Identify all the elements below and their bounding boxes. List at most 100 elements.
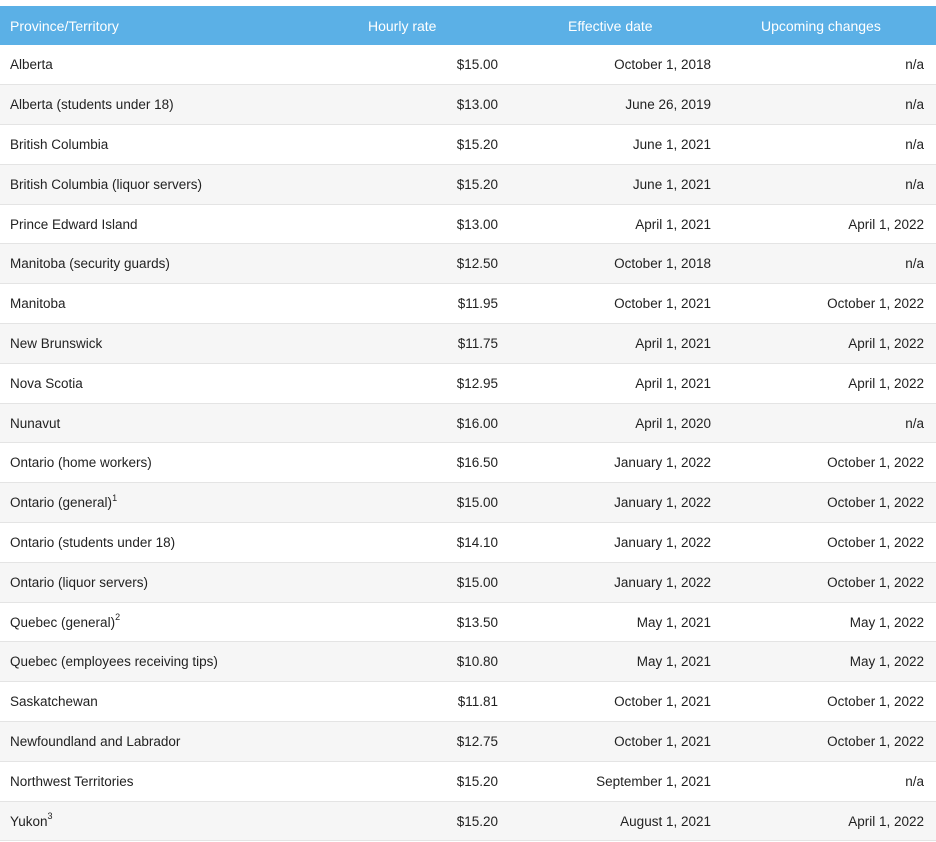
cell-upcoming-changes: n/a [905,136,924,152]
cell-province: Prince Edward Island [0,204,358,244]
province-name: Newfoundland and Labrador [10,733,181,749]
province-name: Manitoba (security guards) [10,256,170,272]
header-effective-date: Effective date [568,17,653,34]
cell-province: Ontario (home workers) [0,443,358,483]
cell-effective-date: June 1, 2021 [632,176,711,192]
province-name: Ontario (home workers) [10,455,152,471]
cell-effective-date: June 26, 2019 [625,97,711,113]
province-name: Ontario (students under 18) [10,534,176,550]
cell-upcoming-changes: April 1, 2022 [848,335,924,351]
cell-hourly-rate: $12.50 [456,256,498,272]
cell-province: New Brunswick [0,324,358,364]
cell-upcoming-changes: n/a [905,415,924,431]
cell-province: Ontario (general)1 [0,483,358,523]
table-row: Manitoba $11.95 October 1, 2021 October 1, … [0,283,936,324]
cell-hourly-rate: $12.95 [456,375,498,391]
table-row: Ontario (general)1 $15.00 January 1, 2022 O… [0,482,936,523]
header-row: Province/Territory Hourly rate Effective… [0,6,936,45]
cell-upcoming-changes: n/a [905,57,924,73]
cell-hourly-rate: $11.75 [457,335,498,351]
table-row: Northwest Territories $15.20 September 1, … [0,761,936,802]
province-name: Alberta (students under 18) [10,97,174,113]
cell-upcoming-changes: n/a [905,176,924,192]
cell-province: Saskatchewan [0,682,358,722]
minimum-wage-table: Province/Territory Hourly rate Effective… [0,6,936,841]
footnote-marker: 1 [112,492,118,503]
cell-hourly-rate: $12.75 [456,733,498,749]
province-name: Saskatchewan [10,694,98,710]
cell-upcoming-changes: October 1, 2022 [827,534,924,550]
table-row: Saskatchewan $11.81 October 1, 2021 October… [0,681,936,722]
cell-upcoming-changes: April 1, 2022 [848,216,924,232]
province-name: Manitoba [10,296,66,312]
cell-hourly-rate: $13.50 [456,614,498,630]
cell-effective-date: January 1, 2022 [614,574,711,590]
province-name: Alberta [10,57,53,73]
cell-effective-date: May 1, 2021 [636,614,711,630]
cell-upcoming-changes: May 1, 2022 [849,654,924,670]
cell-province: Newfoundland and Labrador [0,722,358,762]
cell-effective-date: June 1, 2021 [632,136,711,152]
cell-province: Yukon3 [0,801,358,841]
province-name: New Brunswick [10,335,103,351]
table-row: Quebec (employees receiving tips) $10.80 M… [0,641,936,682]
cell-hourly-rate: $15.20 [456,813,498,829]
cell-province: Alberta [0,45,358,85]
cell-effective-date: January 1, 2022 [614,455,711,471]
cell-effective-date: January 1, 2022 [614,495,711,511]
cell-effective-date: October 1, 2021 [614,296,711,312]
cell-effective-date: October 1, 2018 [614,256,711,272]
cell-hourly-rate: $15.20 [456,773,498,789]
table-row: Alberta (students under 18) $13.00 June 26… [0,84,936,125]
province-name: British Columbia [10,136,109,152]
cell-effective-date: April 1, 2021 [635,216,711,232]
cell-province: Ontario (students under 18) [0,523,358,563]
table-row: Ontario (home workers) $16.50 January 1, 2… [0,442,936,483]
province-name: Nunavut [10,415,61,431]
province-name: Northwest Territories [10,773,134,789]
cell-hourly-rate: $15.20 [456,176,498,192]
cell-upcoming-changes: April 1, 2022 [848,375,924,391]
cell-upcoming-changes: October 1, 2022 [827,455,924,471]
cell-province: Quebec (general)2 [0,602,358,642]
cell-upcoming-changes: October 1, 2022 [827,733,924,749]
table-row: Ontario (students under 18) $14.10 January… [0,522,936,563]
cell-hourly-rate: $16.50 [456,455,498,471]
table-row: Nova Scotia $12.95 April 1, 2021 April 1, 2… [0,363,936,404]
cell-hourly-rate: $11.81 [457,694,498,710]
province-name: British Columbia (liquor servers) [10,176,203,192]
table-row: Nunavut $16.00 April 1, 2020 n/a [0,403,936,443]
cell-province: Manitoba (security guards) [0,244,358,284]
cell-hourly-rate: $10.80 [456,654,498,670]
cell-province: Ontario (liquor servers) [0,562,358,602]
cell-province: Alberta (students under 18) [0,85,358,125]
cell-upcoming-changes: October 1, 2022 [827,574,924,590]
cell-province: Nunavut [0,403,358,443]
cell-province: British Columbia [0,125,358,165]
cell-effective-date: September 1, 2021 [596,773,711,789]
cell-upcoming-changes: n/a [905,97,924,113]
cell-upcoming-changes: April 1, 2022 [848,813,924,829]
cell-province: Manitoba [0,284,358,324]
header-upcoming-changes: Upcoming changes [761,17,881,34]
cell-hourly-rate: $15.00 [456,57,498,73]
cell-effective-date: April 1, 2021 [635,335,711,351]
table-body: Alberta $15.00 October 1, 2018 n/a Alberta (… [0,45,936,841]
table-row: Ontario (liquor servers) $15.00 January 1,… [0,562,936,603]
cell-effective-date: October 1, 2018 [614,57,711,73]
cell-effective-date: January 1, 2022 [614,534,711,550]
cell-upcoming-changes: n/a [905,256,924,272]
cell-effective-date: October 1, 2021 [614,694,711,710]
cell-hourly-rate: $15.20 [456,136,498,152]
cell-province: British Columbia (liquor servers) [0,164,358,204]
cell-hourly-rate: $14.10 [456,534,498,550]
cell-upcoming-changes: May 1, 2022 [849,614,924,630]
cell-province: Northwest Territories [0,761,358,801]
cell-upcoming-changes: n/a [905,773,924,789]
cell-hourly-rate: $15.00 [456,574,498,590]
cell-province: Quebec (employees receiving tips) [0,642,358,682]
cell-upcoming-changes: October 1, 2022 [827,296,924,312]
cell-effective-date: August 1, 2021 [620,813,711,829]
province-name: Ontario (general) [10,495,113,511]
footnote-marker: 3 [47,811,53,822]
